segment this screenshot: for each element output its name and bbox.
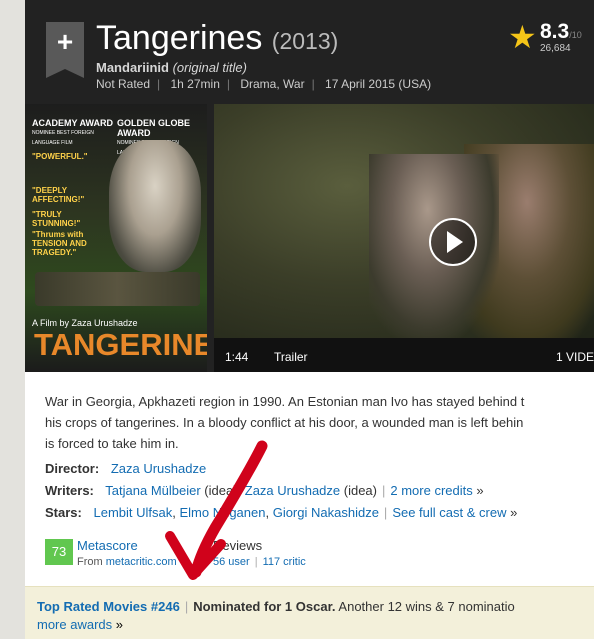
trailer-video[interactable]: 1:44 Trailer 1 VIDEO xyxy=(214,104,594,372)
more-credits-link[interactable]: 2 more credits xyxy=(390,483,472,498)
star-icon: ★ xyxy=(508,19,537,55)
poster-image[interactable]: ACADEMY AWARD NOMINEE BEST FOREIGN LANGU… xyxy=(25,104,207,372)
title-page: + Tangerines (2013) Mandariinid (origina… xyxy=(25,0,594,639)
runtime: 1h 27min xyxy=(170,77,220,91)
title-text: Tangerines xyxy=(96,19,263,57)
top-rated-link[interactable]: Top Rated Movies #246 xyxy=(37,599,180,614)
metascore-source: From metacritic.com xyxy=(77,556,177,568)
poster-quote: "POWERFUL." xyxy=(32,152,88,161)
writer-link[interactable]: Zaza Urushadze xyxy=(245,483,340,498)
rating-votes[interactable]: 26,684 xyxy=(540,43,571,54)
poster-title: TANGERINES xyxy=(34,327,207,362)
poster-scene xyxy=(35,272,200,306)
full-cast-link[interactable]: See full cast & crew xyxy=(392,505,506,520)
oscar-nomination: Nominated for 1 Oscar. xyxy=(193,599,336,614)
video-count-link[interactable]: 1 VIDEO xyxy=(556,350,594,364)
poster-quote: "Thrums with TENSION AND TRAGEDY." xyxy=(32,230,87,257)
plot-summary: War in Georgia, Apkhazeti region in 1990… xyxy=(45,394,525,451)
writers-credit: Writers: Tatjana Mülbeier (idea), Zaza U… xyxy=(45,483,484,498)
title-year[interactable]: (2013) xyxy=(272,28,338,54)
director-credit: Director: Zaza Urushadze xyxy=(45,461,207,476)
play-icon[interactable] xyxy=(429,218,477,266)
watchlist-ribbon-button[interactable]: + xyxy=(46,22,84,78)
rating-score: 8.3/10 xyxy=(540,20,582,43)
user-reviews-link[interactable]: 56 user xyxy=(213,556,250,568)
metascore-link[interactable]: Metascore xyxy=(77,538,138,553)
title-meta: Not Rated | 1h 27min | Drama, War | 17 Apri… xyxy=(96,77,432,91)
reviews-links: 56 user | 117 critic xyxy=(213,556,306,568)
movie-title: Tangerines (2013) xyxy=(96,18,338,61)
chevron-right-icon: » xyxy=(476,483,484,498)
original-title: Mandariinid (original title) xyxy=(96,60,247,75)
stars-credit: Stars: Lembit Ulfsak, Elmo Nüganen, Gior… xyxy=(45,505,518,520)
star-link[interactable]: Elmo Nüganen xyxy=(179,505,265,520)
director-link[interactable]: Zaza Urushadze xyxy=(111,461,206,476)
chevron-right-icon: » xyxy=(510,505,518,520)
video-duration: 1:44 xyxy=(225,350,249,364)
awards-more-text: Another 12 wins & 7 nominatio xyxy=(335,599,515,614)
chevron-right-icon: » xyxy=(115,617,123,632)
reviews-label: Reviews xyxy=(213,538,263,553)
star-link[interactable]: Lembit Ulfsak xyxy=(93,505,172,520)
video-label: Trailer xyxy=(274,350,308,364)
metascore-badge[interactable]: 73 xyxy=(45,539,73,565)
certificate: Not Rated xyxy=(96,77,151,91)
awards-line: Top Rated Movies #246 | Nominated for 1 Os… xyxy=(37,599,515,614)
genres[interactable]: Drama, War xyxy=(240,77,304,91)
writer-link[interactable]: Tatjana Mülbeier xyxy=(105,483,200,498)
poster-award-left: ACADEMY AWARD NOMINEE BEST FOREIGN LANGU… xyxy=(32,118,114,146)
awards-more: more awards » xyxy=(37,617,123,632)
metacritic-link[interactable]: metacritic.com xyxy=(106,556,177,568)
title-header: + Tangerines (2013) Mandariinid (origina… xyxy=(25,0,594,372)
awards-bar: Top Rated Movies #246 | Nominated for 1 Os… xyxy=(25,586,594,639)
release-date[interactable]: 17 April 2015 (USA) xyxy=(325,77,431,91)
poster-quote: "TRULY STUNNING!" xyxy=(32,210,81,228)
plus-icon: + xyxy=(56,26,74,57)
video-caption-bar: 1:44 Trailer 1 VIDEO xyxy=(214,338,594,372)
poster-quote: "DEEPLY AFFECTING!" xyxy=(32,186,85,204)
star-link[interactable]: Giorgi Nakashidze xyxy=(273,505,379,520)
critic-reviews-link[interactable]: 117 critic xyxy=(263,556,306,568)
more-awards-link[interactable]: more awards xyxy=(37,617,112,632)
poster-portrait xyxy=(109,140,201,272)
rating-widget[interactable]: ★ 8.3/10 26,684 xyxy=(508,18,594,60)
